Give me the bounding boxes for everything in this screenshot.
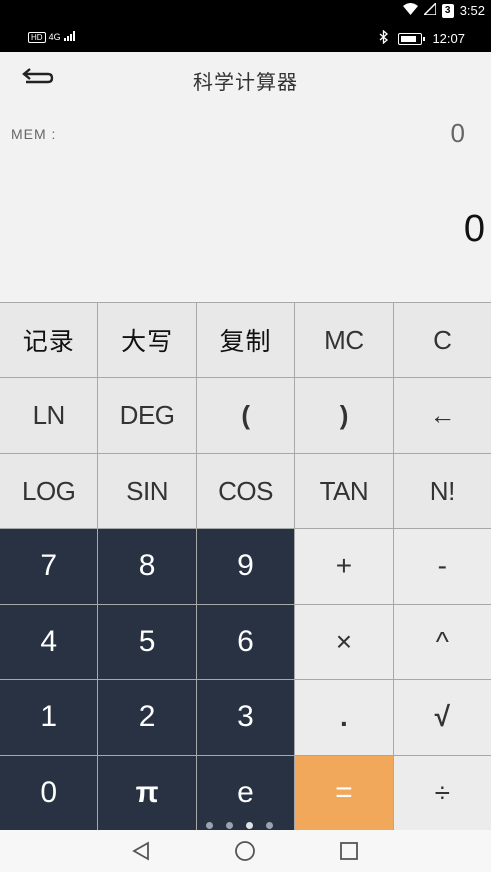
status-time: 12:07 xyxy=(432,31,465,46)
square-recents-icon xyxy=(340,842,358,860)
memory-label: MEM : xyxy=(11,126,57,142)
power-button[interactable]: ^ xyxy=(393,604,491,680)
multiply-button[interactable]: × xyxy=(295,604,393,680)
plus-button[interactable]: + xyxy=(295,529,393,604)
close-paren-button[interactable]: ) xyxy=(295,378,393,453)
battery-icon xyxy=(398,32,426,45)
bluetooth-icon xyxy=(379,29,389,47)
page-indicator xyxy=(206,822,273,829)
factorial-button[interactable]: N! xyxy=(393,453,491,529)
pi-button[interactable]: π xyxy=(98,755,196,830)
app-header: 科学计算器 xyxy=(0,52,491,104)
memory-clear-button[interactable]: MC xyxy=(295,303,393,378)
app-status-bar: HD 4G 12:07 xyxy=(0,22,491,52)
device-status-bar: 3 3:52 xyxy=(0,0,491,22)
deg-button[interactable]: DEG xyxy=(98,378,196,453)
device-status-right: 3 3:52 xyxy=(402,1,485,18)
backspace-button[interactable]: ← xyxy=(393,378,491,453)
digit-6-button[interactable]: 6 xyxy=(196,604,295,680)
nav-recents-button[interactable] xyxy=(337,839,361,863)
triangle-back-icon xyxy=(132,841,149,861)
page-dot xyxy=(226,822,233,829)
uppercase-button[interactable]: 大写 xyxy=(98,303,196,378)
wifi-icon xyxy=(402,3,418,18)
log-button[interactable]: LOG xyxy=(0,453,98,529)
cell-signal-icon xyxy=(63,31,76,43)
hd-badge: HD xyxy=(28,31,46,43)
keypad: 记录 大写 复制 MC C LN DEG ( ) ← LOG SIN COS T… xyxy=(0,302,491,830)
system-nav-bar xyxy=(0,830,491,872)
digit-7-button[interactable]: 7 xyxy=(0,529,98,604)
open-paren-button[interactable]: ( xyxy=(196,378,295,453)
digit-2-button[interactable]: 2 xyxy=(98,680,196,755)
digit-3-button[interactable]: 3 xyxy=(196,680,295,755)
device-time: 3:52 xyxy=(459,3,485,18)
tan-button[interactable]: TAN xyxy=(295,453,393,529)
memory-value: 0 xyxy=(450,118,465,148)
sqrt-button[interactable]: √ xyxy=(393,680,491,755)
clear-button[interactable]: C xyxy=(393,303,491,378)
page-dot xyxy=(266,822,273,829)
digit-1-button[interactable]: 1 xyxy=(0,680,98,755)
network-indicators: HD 4G xyxy=(28,31,76,43)
network-type: 4G xyxy=(48,32,61,42)
minus-button[interactable]: - xyxy=(393,529,491,604)
page-dot-active xyxy=(246,822,253,829)
copy-button[interactable]: 复制 xyxy=(196,303,295,378)
digit-4-button[interactable]: 4 xyxy=(0,604,98,680)
circle-home-icon xyxy=(235,841,255,861)
cos-button[interactable]: COS xyxy=(196,453,295,529)
nav-back-button[interactable] xyxy=(129,839,153,863)
calculator-display: MEM : 0 0 xyxy=(0,104,491,302)
signal-icon xyxy=(421,1,437,18)
page-title: 科学计算器 xyxy=(193,72,298,94)
divide-button[interactable]: ÷ xyxy=(393,755,491,830)
history-button[interactable]: 记录 xyxy=(0,303,98,378)
sin-button[interactable]: SIN xyxy=(98,453,196,529)
e-button[interactable]: e xyxy=(196,755,295,830)
result-value: 0 xyxy=(463,208,485,250)
digit-8-button[interactable]: 8 xyxy=(98,529,196,604)
ln-button[interactable]: LN xyxy=(0,378,98,453)
equals-button[interactable]: = xyxy=(295,755,393,830)
decimal-button[interactable]: . xyxy=(295,680,393,755)
digit-9-button[interactable]: 9 xyxy=(196,529,295,604)
page-dot xyxy=(206,822,213,829)
status-right: 12:07 xyxy=(379,29,465,47)
nav-home-button[interactable] xyxy=(233,839,257,863)
digit-0-button[interactable]: 0 xyxy=(0,755,98,830)
notification-badge: 3 xyxy=(441,3,454,18)
digit-5-button[interactable]: 5 xyxy=(98,604,196,680)
